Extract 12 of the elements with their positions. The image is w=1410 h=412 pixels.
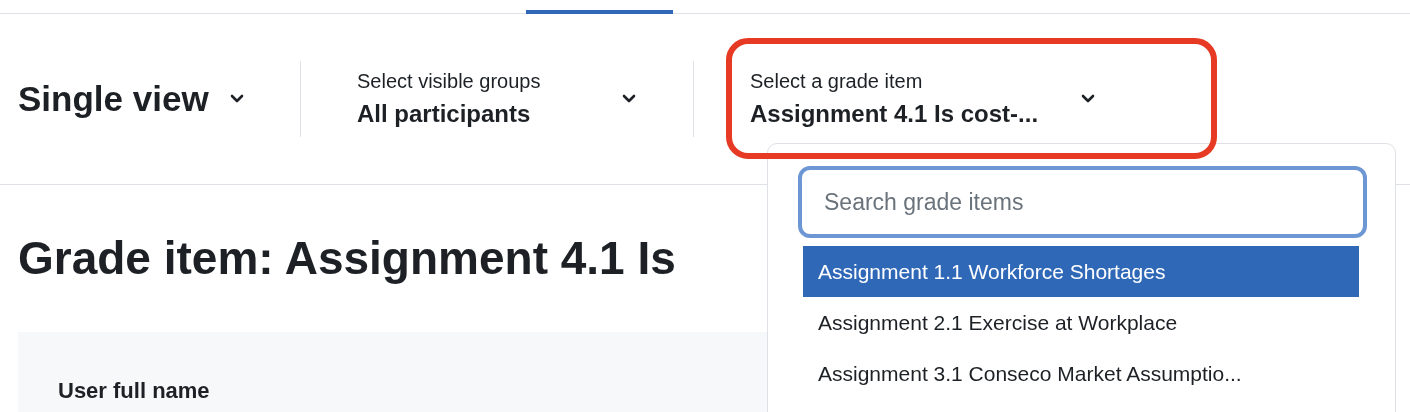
menu-item[interactable]: Assignment 1.1 Workforce Shortages bbox=[803, 246, 1359, 297]
grade-item-selector[interactable]: Select a grade item Assignment 4.1 Is cost-... bbox=[694, 66, 1154, 132]
chevron-down-icon bbox=[1080, 93, 1096, 105]
chevron-down-icon bbox=[621, 93, 637, 105]
menu-item[interactable]: Assignment 2.1 Exercise at Workplace bbox=[803, 297, 1359, 348]
view-selector[interactable]: Single view bbox=[0, 72, 300, 126]
group-selector[interactable]: Select visible groups All participants bbox=[301, 66, 693, 132]
search-field[interactable]: Search grade items bbox=[798, 166, 1367, 238]
column-header: User full name bbox=[58, 377, 211, 405]
menu-item[interactable]: Assignment 3.1 Conseco Market Assumptio... bbox=[803, 348, 1359, 399]
page-heading: Grade item: Assignment 4.1 Is bbox=[18, 231, 676, 286]
chevron-down-icon bbox=[228, 93, 245, 105]
